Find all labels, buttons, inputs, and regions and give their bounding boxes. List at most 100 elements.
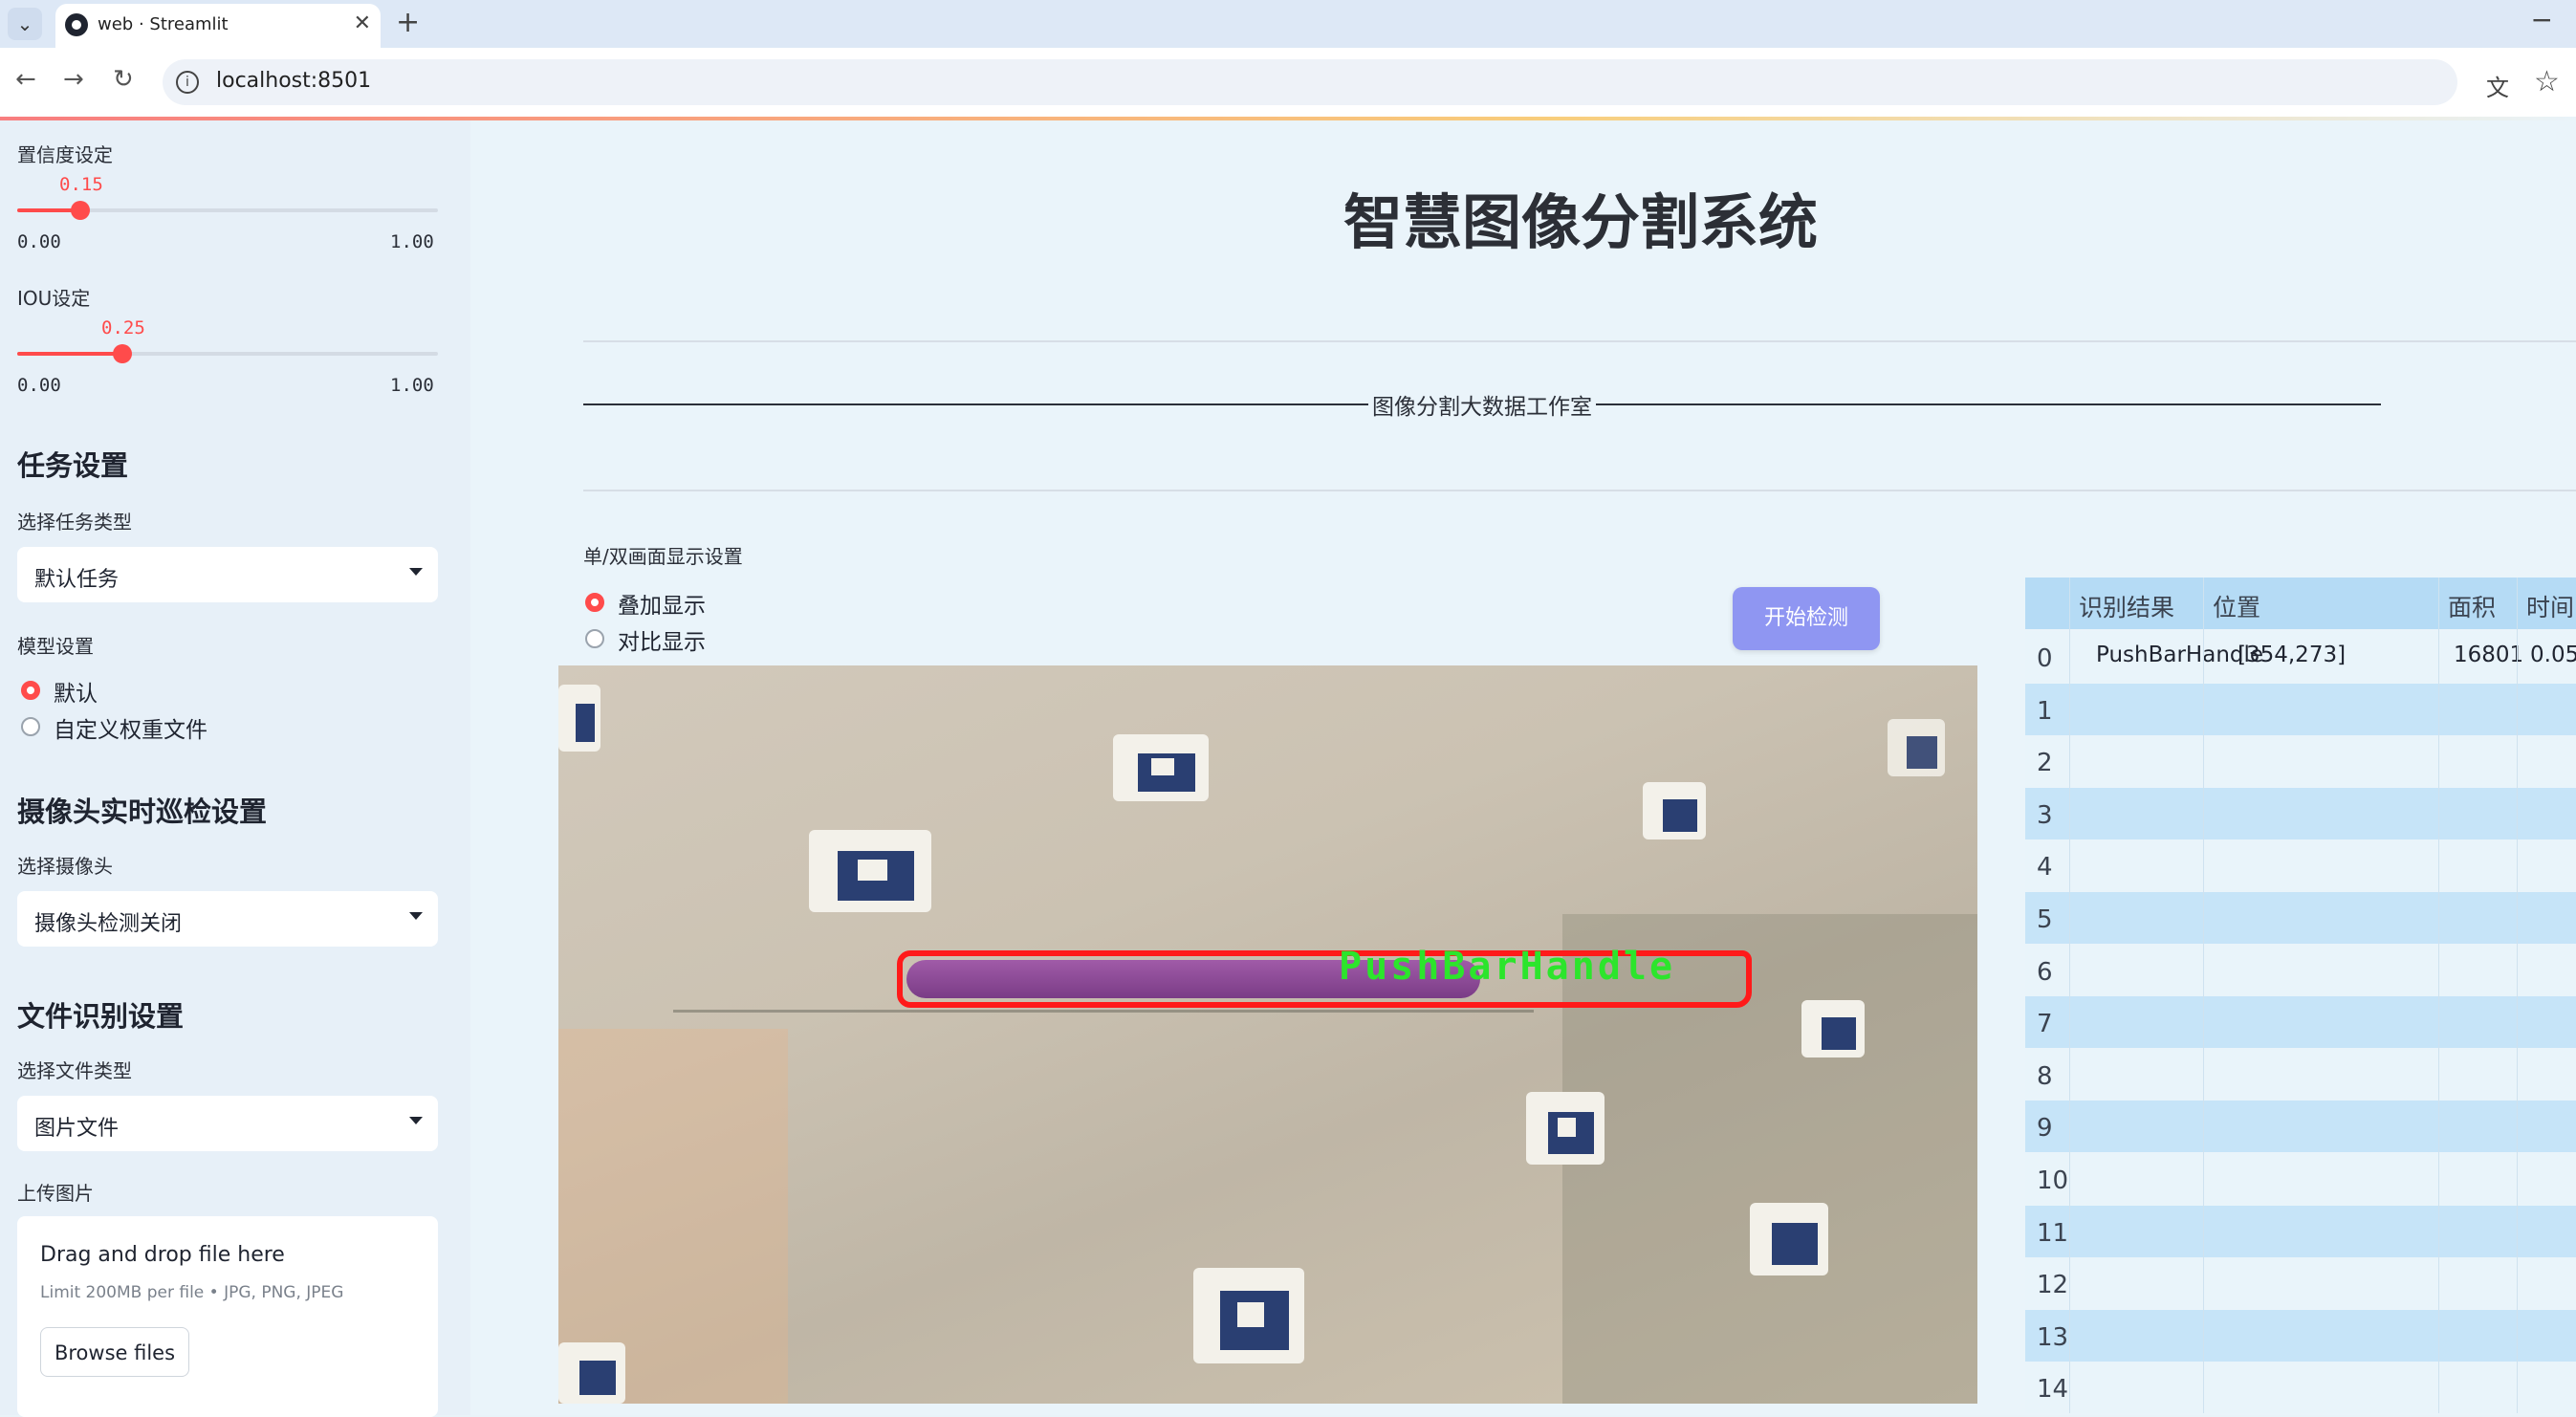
dropzone-limit: Limit 200MB per file • JPG, PNG, JPEG — [40, 1283, 344, 1302]
row-index: 14 — [2037, 1375, 2069, 1405]
row-index: 11 — [2037, 1218, 2069, 1248]
browser-tab-bar: ⌄ web · Streamlit ✕ + − — [0, 0, 2576, 48]
iou-slider-thumb[interactable] — [113, 344, 132, 363]
aruco-marker — [558, 1342, 625, 1404]
streamlit-favicon-icon — [65, 13, 88, 36]
address-bar[interactable]: i localhost:8501 — [163, 59, 2457, 105]
model-radio-custom[interactable] — [21, 717, 40, 736]
column-header-time[interactable]: 时间 — [2526, 589, 2574, 623]
translate-icon[interactable]: 文 — [2486, 69, 2509, 102]
back-arrow-icon[interactable]: ← — [15, 65, 36, 94]
browse-files-button[interactable]: Browse files — [40, 1327, 189, 1377]
page-title: 智慧图像分割系统 — [1343, 187, 1818, 257]
model-option-custom[interactable]: 自定义权重文件 — [54, 711, 207, 744]
table-row[interactable]: 3 — [2025, 787, 2576, 839]
bookmark-star-icon[interactable]: ☆ — [2534, 65, 2560, 98]
detection-class-label: PushBarHandle — [1339, 945, 1676, 989]
table-row[interactable]: 2 — [2025, 735, 2576, 788]
reload-icon[interactable]: ↻ — [113, 65, 134, 94]
camera-select[interactable]: 摄像头检测关闭 — [17, 891, 438, 947]
iou-min: 0.00 — [17, 375, 61, 396]
aruco-marker — [1526, 1092, 1605, 1165]
row-index: 4 — [2037, 853, 2053, 883]
display-radio-overlay[interactable] — [585, 593, 604, 612]
table-row[interactable]: 13 — [2025, 1309, 2576, 1362]
row-index: 1 — [2037, 696, 2053, 726]
forward-arrow-icon[interactable]: → — [63, 65, 84, 94]
tab-list-chevron-icon[interactable]: ⌄ — [8, 8, 42, 40]
divider — [583, 490, 2576, 491]
site-info-icon[interactable]: i — [176, 71, 199, 94]
display-mode-label: 单/双画面显示设置 — [583, 545, 743, 568]
column-header-result[interactable]: 识别结果 — [2079, 589, 2174, 623]
aruco-marker — [1193, 1268, 1304, 1363]
file-type-label: 选择文件类型 — [17, 1059, 132, 1082]
model-radio-default[interactable] — [21, 681, 40, 700]
cell-area: 16801 — [2454, 643, 2524, 667]
table-row[interactable]: 14 — [2025, 1362, 2576, 1414]
chevron-down-icon — [409, 912, 423, 920]
table-row[interactable]: 4 — [2025, 839, 2576, 892]
detection-result-image: PushBarHandle — [558, 665, 1977, 1404]
aruco-marker — [1113, 734, 1209, 801]
studio-banner: 图像分割大数据工作室 — [583, 388, 2381, 421]
confidence-value: 0.15 — [59, 174, 103, 195]
aruco-marker — [1801, 1000, 1865, 1057]
start-detection-button[interactable]: 开始检测 — [1733, 587, 1880, 650]
confidence-max: 1.00 — [390, 231, 434, 252]
table-row[interactable]: 8 — [2025, 1048, 2576, 1101]
table-row[interactable]: 5 — [2025, 892, 2576, 944]
aruco-marker — [558, 685, 600, 752]
iou-label: IOU设定 — [17, 287, 91, 310]
column-divider — [2203, 578, 2204, 1413]
task-type-value: 默认任务 — [34, 568, 120, 592]
row-index: 2 — [2037, 749, 2053, 778]
camera-section-heading: 摄像头实时巡检设置 — [17, 796, 268, 828]
column-header-position[interactable]: 位置 — [2213, 589, 2260, 623]
url-text[interactable]: localhost:8501 — [216, 69, 371, 93]
camera-value: 摄像头检测关闭 — [34, 912, 183, 936]
iou-max: 1.00 — [390, 375, 434, 396]
column-divider — [2069, 578, 2070, 1413]
browser-tab[interactable]: web · Streamlit ✕ — [55, 4, 381, 48]
confidence-slider[interactable] — [17, 201, 438, 220]
column-divider — [2517, 578, 2518, 1413]
table-row[interactable]: 12 — [2025, 1257, 2576, 1310]
upload-label: 上传图片 — [17, 1182, 94, 1205]
cell-time: 0.05 — [2530, 643, 2576, 667]
file-type-select[interactable]: 图片文件 — [17, 1096, 438, 1151]
minimize-window-button[interactable]: − — [2531, 4, 2553, 35]
row-index: 8 — [2037, 1061, 2053, 1091]
row-index: 3 — [2037, 800, 2053, 830]
table-row[interactable]: 10 — [2025, 1153, 2576, 1205]
main-content: 智慧图像分割系统 图像分割大数据工作室 单/双画面显示设置 叠加显示 对比显示 … — [470, 120, 2576, 1415]
task-type-label: 选择任务类型 — [17, 511, 132, 534]
iou-slider[interactable] — [17, 344, 438, 363]
display-option-compare[interactable]: 对比显示 — [618, 623, 706, 656]
iou-value: 0.25 — [101, 317, 145, 338]
table-row[interactable]: 6 — [2025, 944, 2576, 996]
row-index: 6 — [2037, 957, 2053, 987]
confidence-label: 置信度设定 — [17, 143, 113, 166]
display-option-overlay[interactable]: 叠加显示 — [618, 587, 706, 620]
table-row[interactable]: 11 — [2025, 1205, 2576, 1257]
divider — [583, 340, 2576, 342]
aruco-marker — [1750, 1203, 1828, 1275]
file-dropzone[interactable]: Drag and drop file here Limit 200MB per … — [17, 1216, 438, 1417]
table-row[interactable]: 1 — [2025, 683, 2576, 735]
iou-slider-fill — [17, 352, 122, 356]
table-row[interactable]: 0 PushBarHandle [354,273] 16801 0.05 — [2025, 631, 2576, 683]
table-row[interactable]: 7 — [2025, 996, 2576, 1049]
browser-toolbar: ← → ↻ i localhost:8501 文 ☆ — [0, 48, 2576, 117]
row-index: 10 — [2037, 1166, 2069, 1195]
new-tab-button[interactable]: + — [396, 6, 420, 39]
model-option-default[interactable]: 默认 — [54, 675, 98, 708]
confidence-slider-thumb[interactable] — [71, 201, 90, 220]
row-index: 13 — [2037, 1322, 2069, 1352]
row-index: 12 — [2037, 1271, 2069, 1300]
table-row[interactable]: 9 — [2025, 1101, 2576, 1153]
task-type-select[interactable]: 默认任务 — [17, 547, 438, 602]
display-radio-compare[interactable] — [585, 629, 604, 648]
close-tab-icon[interactable]: ✕ — [354, 11, 371, 35]
column-header-area[interactable]: 面积 — [2448, 589, 2496, 623]
